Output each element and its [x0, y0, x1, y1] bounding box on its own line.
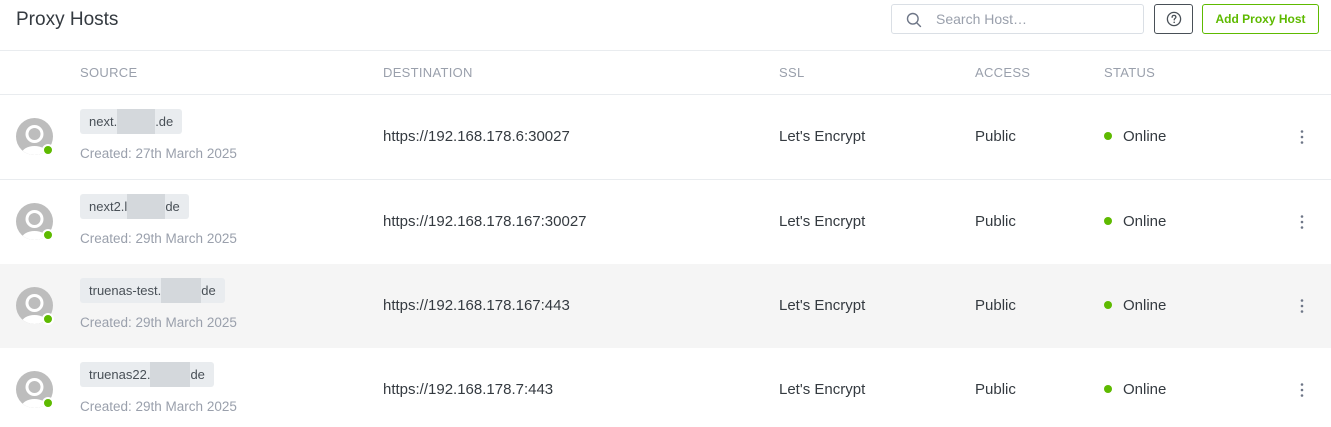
table-row: next2.l de Created: 29th March 2025 https… [0, 180, 1331, 265]
search-input[interactable] [936, 5, 1136, 33]
status-badge: Online [1104, 212, 1166, 232]
ssl-provider: Let's Encrypt [779, 297, 866, 314]
destination-url: https://192.168.178.167:30027 [383, 213, 587, 230]
status-badge: Online [1104, 296, 1166, 316]
more-vertical-icon [1300, 299, 1304, 313]
status-dot [1104, 132, 1112, 141]
source-domain-prefix: next2.l [89, 199, 128, 214]
online-indicator [42, 144, 54, 156]
column-header-ssl: SSL [779, 65, 805, 80]
source-domain-tag[interactable]: truenas-test. de [80, 278, 225, 303]
redacted-block [127, 194, 166, 219]
destination-url: https://192.168.178.6:30027 [383, 128, 570, 145]
source-domain-prefix: truenas22. [89, 367, 151, 382]
row-actions-menu[interactable] [1292, 127, 1312, 147]
online-indicator [42, 229, 54, 241]
status-text: Online [1123, 213, 1167, 230]
page-title: Proxy Hosts [16, 9, 119, 30]
status-dot [1104, 385, 1112, 394]
search-icon [906, 12, 922, 28]
row-actions-menu[interactable] [1292, 380, 1312, 400]
search-box[interactable] [891, 4, 1144, 34]
source-domain-suffix: de [165, 199, 180, 214]
access-level: Public [975, 213, 1016, 230]
source-domain-tag[interactable]: next. .de [80, 109, 183, 134]
ssl-provider: Let's Encrypt [779, 128, 866, 145]
redacted-block [117, 109, 156, 134]
page-header: Proxy Hosts Add Proxy Host [0, 0, 1331, 51]
add-proxy-host-button[interactable]: Add Proxy Host [1202, 4, 1319, 34]
help-button[interactable] [1154, 4, 1193, 34]
online-indicator [42, 313, 54, 325]
more-vertical-icon [1300, 130, 1304, 144]
question-circle-icon [1166, 11, 1181, 27]
table-row: truenas22. de Created: 29th March 2025 ht… [0, 348, 1331, 427]
access-level: Public [975, 381, 1016, 398]
more-vertical-icon [1300, 383, 1304, 397]
ssl-provider: Let's Encrypt [779, 213, 866, 230]
redacted-block [161, 278, 202, 303]
column-header-source: SOURCE [80, 65, 138, 80]
online-indicator [42, 397, 54, 409]
row-actions-menu[interactable] [1292, 296, 1312, 316]
column-header-status: STATUS [1104, 65, 1156, 80]
source-domain-prefix: next. [89, 114, 118, 129]
status-dot [1104, 217, 1112, 226]
created-date: Created: 27th March 2025 [80, 146, 237, 161]
status-badge: Online [1104, 380, 1166, 400]
ssl-provider: Let's Encrypt [779, 381, 866, 398]
row-actions-menu[interactable] [1292, 212, 1312, 232]
table-header: SOURCE DESTINATION SSL ACCESS STATUS [0, 51, 1331, 95]
source-domain-tag[interactable]: truenas22. de [80, 362, 214, 387]
destination-url: https://192.168.178.7:443 [383, 381, 554, 398]
source-domain-prefix: truenas-test. [89, 283, 162, 298]
column-header-destination: DESTINATION [383, 65, 473, 80]
column-header-access: ACCESS [975, 65, 1031, 80]
created-date: Created: 29th March 2025 [80, 315, 237, 330]
status-dot [1104, 301, 1112, 310]
table-row: next. .de Created: 27th March 2025 https:… [0, 95, 1331, 180]
table-row: truenas-test. de Created: 29th March 2025… [0, 264, 1331, 349]
more-vertical-icon [1300, 215, 1304, 229]
status-text: Online [1123, 128, 1167, 145]
status-text: Online [1123, 381, 1167, 398]
source-domain-suffix: de [190, 367, 205, 382]
destination-url: https://192.168.178.167:443 [383, 297, 570, 314]
created-date: Created: 29th March 2025 [80, 231, 237, 246]
access-level: Public [975, 297, 1016, 314]
status-badge: Online [1104, 127, 1166, 147]
source-domain-suffix: de [201, 283, 216, 298]
redacted-block [150, 362, 191, 387]
created-date: Created: 29th March 2025 [80, 399, 237, 414]
status-text: Online [1123, 297, 1167, 314]
source-domain-suffix: .de [155, 114, 174, 129]
access-level: Public [975, 128, 1016, 145]
source-domain-tag[interactable]: next2.l de [80, 194, 189, 219]
